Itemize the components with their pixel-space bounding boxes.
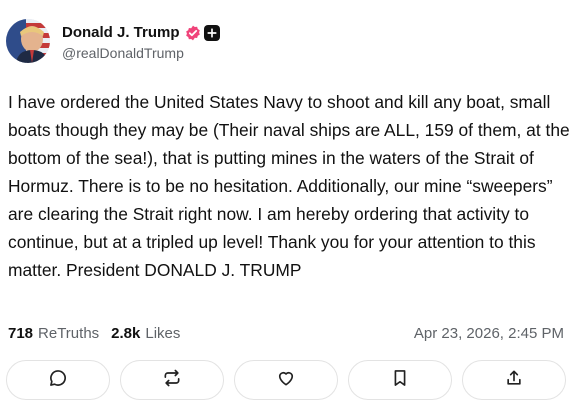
plus-badge-icon — [203, 24, 220, 41]
likes-label[interactable]: Likes — [145, 325, 180, 342]
retruth-icon — [162, 368, 182, 393]
post-body-text: I have ordered the United States Navy to… — [8, 92, 570, 280]
author-handle[interactable]: @realDonaldTrump — [62, 45, 220, 61]
post-actions — [6, 360, 566, 402]
comment-icon — [48, 368, 68, 393]
share-button[interactable] — [462, 360, 566, 400]
retruths-count[interactable]: 718 — [8, 325, 33, 342]
post-timestamp[interactable]: Apr 23, 2026, 2:45 PM — [414, 325, 564, 342]
heart-icon — [276, 368, 296, 393]
avatar[interactable] — [6, 19, 50, 63]
verified-badge-icon — [185, 25, 201, 41]
author-display-name[interactable]: Donald J. Trump — [62, 24, 180, 41]
bookmark-button[interactable] — [348, 360, 452, 400]
like-button[interactable] — [234, 360, 338, 400]
post-stats: 718 ReTruths 2.8k Likes Apr 23, 2026, 2:… — [8, 320, 564, 346]
likes-count[interactable]: 2.8k — [111, 325, 140, 342]
bookmark-icon — [390, 368, 410, 393]
reply-button[interactable] — [6, 360, 110, 400]
share-icon — [504, 368, 524, 393]
retruth-button[interactable] — [120, 360, 224, 400]
retruths-label[interactable]: ReTruths — [38, 325, 99, 342]
post-header: Donald J. Trump @realDonaldTrump — [6, 16, 220, 66]
